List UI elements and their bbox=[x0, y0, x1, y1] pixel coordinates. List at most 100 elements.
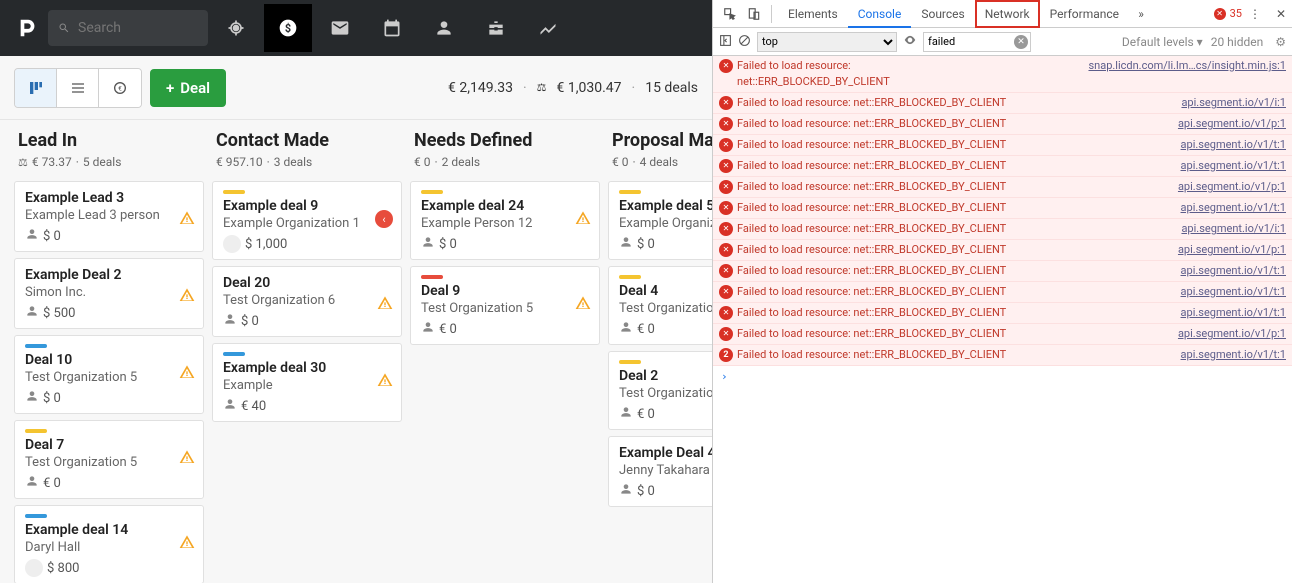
console-error-row[interactable]: ✕Failed to load resource: net::ERR_BLOCK… bbox=[713, 114, 1292, 135]
console-error-row[interactable]: ✕Failed to load resource: net::ERR_BLOCK… bbox=[713, 219, 1292, 240]
deal-title: Example deal 30 bbox=[223, 360, 391, 376]
console-source-link[interactable]: api.segment.io/v1/t:1 bbox=[1181, 263, 1286, 279]
chart-icon[interactable] bbox=[524, 4, 572, 52]
error-icon: ✕ bbox=[719, 327, 733, 341]
hidden-count[interactable]: 20 hidden bbox=[1211, 35, 1264, 49]
person-icon[interactable] bbox=[420, 4, 468, 52]
live-expr-icon[interactable] bbox=[903, 33, 917, 50]
search-icon bbox=[58, 21, 70, 35]
more-tabs-icon[interactable]: » bbox=[1131, 7, 1151, 21]
person-icon bbox=[421, 235, 435, 253]
deal-card[interactable]: Example Lead 3Example Lead 3 person$ 0 bbox=[14, 181, 204, 252]
gear-icon[interactable]: ⚙ bbox=[1275, 35, 1286, 49]
console-error-row[interactable]: ✕Failed to load resource: net::ERR_BLOCK… bbox=[713, 93, 1292, 114]
search-input[interactable] bbox=[48, 10, 208, 46]
deal-title: Deal 7 bbox=[25, 437, 193, 453]
deal-title: Example Deal 2 bbox=[25, 267, 193, 283]
error-icon: ✕ bbox=[719, 264, 733, 278]
deal-card[interactable]: Deal 7Test Organization 5€ 0 bbox=[14, 420, 204, 499]
console-error-row[interactable]: ✕Failed to load resource: net::ERR_BLOCK… bbox=[713, 303, 1292, 324]
clear-filter-icon[interactable]: ✕ bbox=[1014, 35, 1028, 49]
deal-footer: $ 0 bbox=[619, 235, 712, 253]
deal-footer: $ 0 bbox=[223, 312, 391, 330]
avatar-icon bbox=[223, 235, 241, 253]
clear-console-icon[interactable] bbox=[738, 34, 751, 50]
search-field[interactable] bbox=[78, 20, 198, 36]
console-output[interactable]: ✕Failed to load resource: net::ERR_BLOCK… bbox=[713, 56, 1292, 583]
forecast-view-button[interactable]: € bbox=[99, 69, 141, 107]
deal-card[interactable]: Example deal 9Example Organization 1$ 1,… bbox=[212, 181, 402, 260]
console-error-row[interactable]: ✕Failed to load resource: net::ERR_BLOCK… bbox=[713, 240, 1292, 261]
kebab-icon[interactable]: ⋮ bbox=[1244, 3, 1266, 25]
console-error-row[interactable]: 2Failed to load resource: net::ERR_BLOCK… bbox=[713, 345, 1292, 366]
console-source-link[interactable]: api.segment.io/v1/p:1 bbox=[1178, 242, 1286, 258]
error-count-icon: 2 bbox=[719, 348, 733, 362]
console-source-link[interactable]: api.segment.io/v1/t:1 bbox=[1181, 347, 1286, 363]
console-error-row[interactable]: ✕Failed to load resource: net::ERR_BLOCK… bbox=[713, 261, 1292, 282]
console-source-link[interactable]: api.segment.io/v1/p:1 bbox=[1178, 116, 1286, 132]
deal-card[interactable]: Example deal 30Example€ 40 bbox=[212, 343, 402, 422]
add-deal-button[interactable]: + Deal bbox=[150, 69, 226, 107]
deal-org: Example Lead 3 person bbox=[25, 208, 193, 223]
console-source-link[interactable]: api.segment.io/v1/i:1 bbox=[1181, 95, 1286, 111]
devtools-panel: ElementsConsoleSourcesNetworkPerformance… bbox=[712, 0, 1292, 583]
console-source-link[interactable]: api.segment.io/v1/i:1 bbox=[1181, 221, 1286, 237]
column-meta: € 957.10 · 3 deals bbox=[216, 155, 398, 169]
toggle-sidebar-icon[interactable] bbox=[719, 34, 732, 50]
devtools-tab-sources[interactable]: Sources bbox=[911, 0, 974, 28]
briefcase-icon[interactable] bbox=[472, 4, 520, 52]
console-error-row[interactable]: ✕Failed to load resource: net::ERR_BLOCK… bbox=[713, 198, 1292, 219]
console-error-row[interactable]: ✕Failed to load resource: net::ERR_BLOCK… bbox=[713, 135, 1292, 156]
list-view-button[interactable] bbox=[57, 69, 99, 107]
console-source-link[interactable]: api.segment.io/v1/p:1 bbox=[1178, 179, 1286, 195]
deal-amount: $ 0 bbox=[439, 237, 457, 252]
deal-card[interactable]: Example deal 14Daryl Hall$ 800 bbox=[14, 505, 204, 583]
deal-card[interactable]: Deal 4Test Organization 5€ 0 bbox=[608, 266, 712, 345]
devtools-tab-elements[interactable]: Elements bbox=[778, 0, 848, 28]
console-error-row[interactable]: ✕Failed to load resource: net::ERR_BLOCK… bbox=[713, 56, 1292, 93]
console-source-link[interactable]: api.segment.io/v1/t:1 bbox=[1181, 200, 1286, 216]
error-icon: ✕ bbox=[719, 285, 733, 299]
levels-select[interactable]: Default levels ▾ bbox=[1122, 35, 1203, 49]
deal-title: Deal 20 bbox=[223, 275, 391, 291]
console-error-row[interactable]: ✕ Failed to load resource: net::ERR_BLOCK… bbox=[713, 324, 1292, 345]
devtools-tab-network[interactable]: Network bbox=[975, 0, 1040, 28]
console-error-row[interactable]: ✕Failed to load resource: net::ERR_BLOCK… bbox=[713, 177, 1292, 198]
console-message: Failed to load resource: net::ERR_BLOCKE… bbox=[737, 326, 1170, 342]
devtools-tab-performance[interactable]: Performance bbox=[1040, 0, 1129, 28]
deal-footer: $ 1,000 bbox=[223, 235, 391, 253]
deal-card[interactable]: Example Deal 2Simon Inc.$ 500 bbox=[14, 258, 204, 329]
console-prompt[interactable]: › bbox=[713, 366, 1292, 387]
target-icon[interactable] bbox=[212, 4, 260, 52]
context-select[interactable]: top bbox=[757, 32, 897, 52]
deal-card[interactable]: Deal 9Test Organization 5€ 0 bbox=[410, 266, 600, 345]
inspect-icon[interactable] bbox=[719, 3, 741, 25]
logo-icon[interactable] bbox=[12, 12, 44, 44]
deal-card[interactable]: Deal 10Test Organization 5$ 0 bbox=[14, 335, 204, 414]
console-source-link[interactable]: api.segment.io/v1/t:1 bbox=[1181, 158, 1286, 174]
rotting-icon: ‹ bbox=[375, 210, 393, 228]
device-icon[interactable] bbox=[743, 3, 765, 25]
mail-icon[interactable] bbox=[316, 4, 364, 52]
console-source-link[interactable]: snap.licdn.com/li.lm…cs/insight.min.js:1 bbox=[1088, 58, 1286, 90]
console-error-row[interactable]: ✕Failed to load resource: net::ERR_BLOCK… bbox=[713, 282, 1292, 303]
console-source-link[interactable]: api.segment.io/v1/p:1 bbox=[1178, 326, 1286, 342]
console-source-link[interactable]: api.segment.io/v1/t:1 bbox=[1181, 305, 1286, 321]
deal-org: Example Person 12 bbox=[421, 216, 589, 231]
error-count-badge[interactable]: ✕ 35 bbox=[1214, 7, 1242, 20]
deal-card[interactable]: Deal 20Test Organization 6$ 0 bbox=[212, 266, 402, 337]
console-source-link[interactable]: api.segment.io/v1/t:1 bbox=[1181, 137, 1286, 153]
calendar-icon[interactable] bbox=[368, 4, 416, 52]
console-error-row[interactable]: ✕Failed to load resource: net::ERR_BLOCK… bbox=[713, 156, 1292, 177]
deal-card[interactable]: Deal 2Test Organization 5€ 0 bbox=[608, 351, 712, 430]
deal-card[interactable]: Example Deal 47Jenny Takahara$ 0 bbox=[608, 436, 712, 507]
deal-card[interactable]: Example deal 5Example Organization$ 0 bbox=[608, 181, 712, 260]
console-message: Failed to load resource: net::ERR_BLOCKE… bbox=[737, 179, 1170, 195]
console-source-link[interactable]: api.segment.io/v1/t:1 bbox=[1181, 284, 1286, 300]
kanban-view-button[interactable] bbox=[15, 69, 57, 107]
close-icon[interactable]: ✕ bbox=[1276, 7, 1286, 21]
deal-card[interactable]: Example deal 24Example Person 12$ 0 bbox=[410, 181, 600, 260]
devtools-tab-console[interactable]: Console bbox=[848, 0, 912, 28]
deal-footer: $ 0 bbox=[25, 389, 193, 407]
deals-icon[interactable]: $ bbox=[264, 4, 312, 52]
